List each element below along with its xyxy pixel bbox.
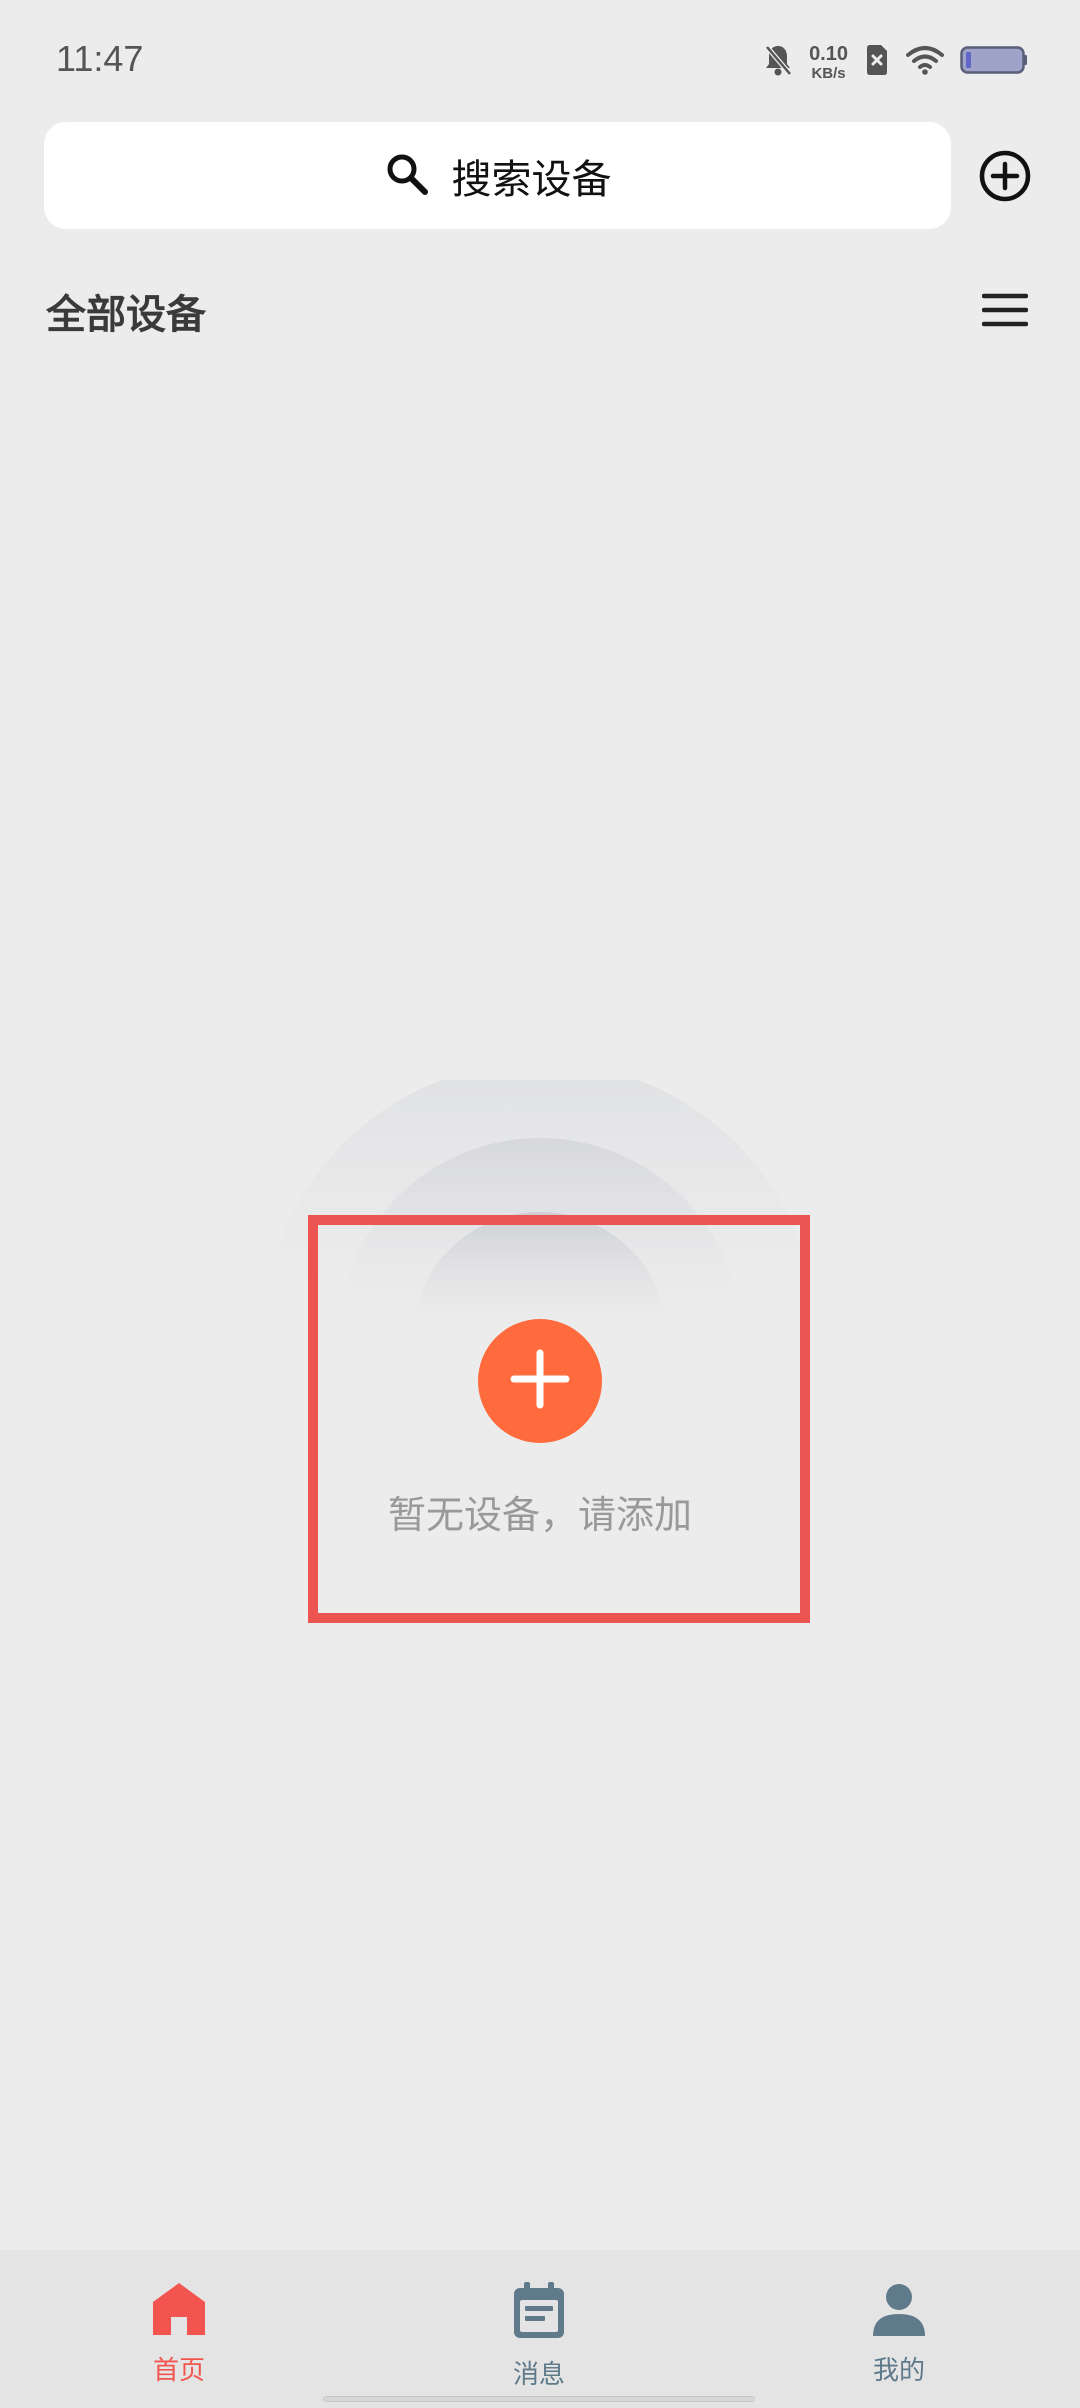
plus-circle-icon (978, 150, 1032, 207)
add-device-button[interactable] (478, 1319, 602, 1443)
wifi-icon (906, 45, 944, 79)
search-label: 搜索设备 (451, 156, 612, 203)
tab-home-label: 首页 (152, 2356, 205, 2386)
tab-messages-label: 消息 (512, 2360, 565, 2390)
calendar-icon (510, 2250, 568, 2346)
tab-profile-label: 我的 (872, 2356, 925, 2386)
tab-profile[interactable]: 我的 (799, 2250, 999, 2408)
status-bar: 11:47 0.10 KB/s (0, 0, 1080, 120)
plus-icon (510, 1349, 570, 1413)
battery-icon (960, 45, 1028, 79)
search-icon (384, 151, 430, 201)
page-title: 全部设备 (46, 292, 206, 338)
home-indicator (323, 2396, 755, 2402)
bottom-tab-bar: 首页 消息 我的 (0, 2250, 1080, 2408)
sim-error-icon (864, 44, 890, 80)
hamburger-menu-icon (981, 293, 1029, 334)
net-speed-unit: KB/s (811, 64, 846, 82)
net-speed: 0.10 KB/s (809, 44, 848, 81)
person-icon (870, 2250, 928, 2342)
net-speed-value: 0.10 (809, 42, 848, 65)
bell-off-icon (763, 43, 793, 81)
tab-messages[interactable]: 消息 (439, 2250, 639, 2408)
search-device-bar[interactable]: 搜索设备 (44, 122, 951, 229)
empty-state-message: 暂无设备，请添加 (387, 1493, 692, 1537)
add-device-top-button[interactable] (978, 149, 1032, 203)
status-time: 11:47 (56, 38, 144, 79)
home-icon (150, 2250, 208, 2342)
tab-home[interactable]: 首页 (79, 2250, 279, 2408)
menu-button[interactable] (981, 290, 1029, 330)
status-icons: 0.10 KB/s (763, 42, 1028, 82)
